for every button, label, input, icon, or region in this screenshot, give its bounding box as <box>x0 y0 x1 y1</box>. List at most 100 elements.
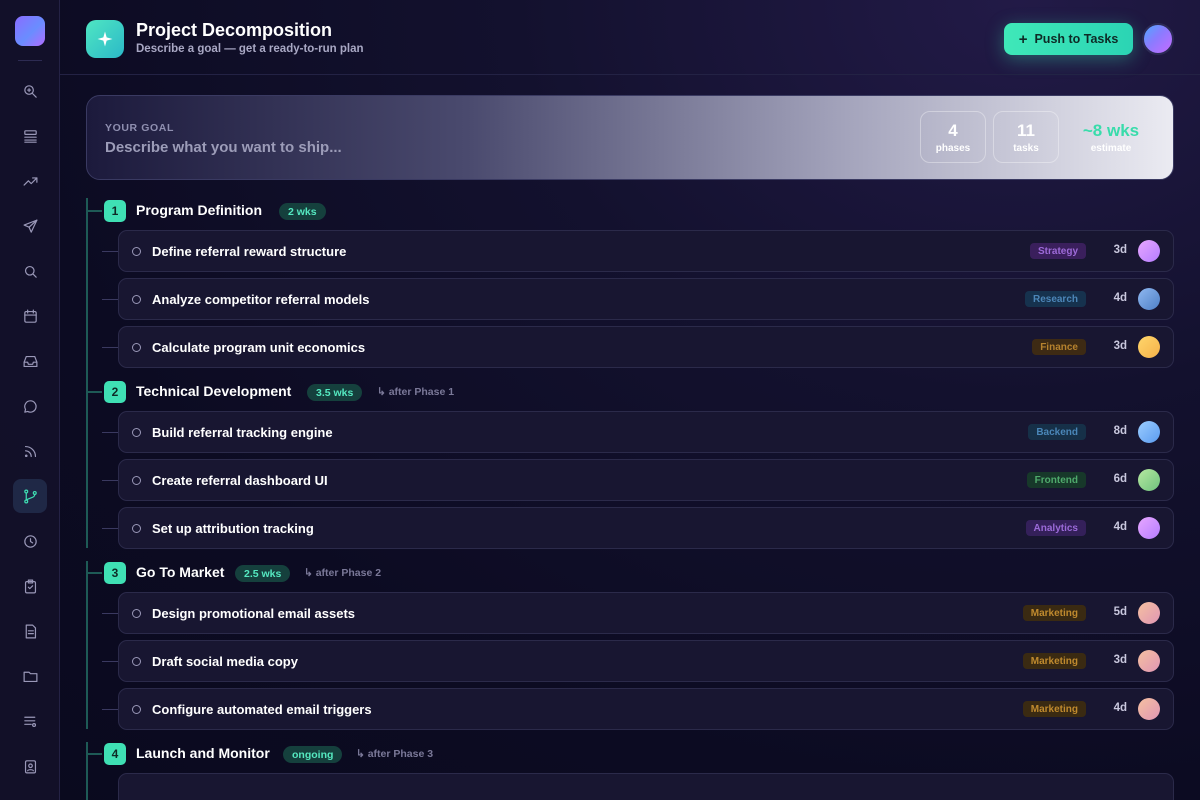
goal-label: YOUR GOAL <box>105 122 174 134</box>
stat-phases: 4 phases <box>920 111 986 163</box>
assignee-avatar[interactable] <box>1138 240 1160 262</box>
phase-duration-badge: 2.5 wks <box>235 565 291 582</box>
task-title: Calculate program unit economics <box>152 340 366 355</box>
inbox-icon <box>23 355 37 367</box>
plus-icon: + <box>1018 30 1028 48</box>
sidebar-item-document[interactable] <box>13 614 47 648</box>
task-title: Create referral dashboard UI <box>152 473 328 488</box>
document-icon <box>25 624 36 638</box>
stat-tasks-value: 11 <box>1017 120 1035 140</box>
task-status-dot[interactable] <box>132 343 141 352</box>
git-branch-icon <box>23 489 37 503</box>
task-row[interactable]: Analyze competitor referral models Resea… <box>118 278 1174 320</box>
sidebar-item-search[interactable] <box>13 254 47 288</box>
assignee-avatar[interactable] <box>1138 650 1160 672</box>
search-zoom-icon <box>23 84 37 98</box>
phase-dependency: ↳ after Phase 2 <box>304 567 382 579</box>
sidebar-item-folder[interactable] <box>13 659 47 693</box>
task-status-dot[interactable] <box>132 524 141 533</box>
sidebar-item-branches[interactable] <box>13 479 47 513</box>
sidebar-divider <box>18 60 42 61</box>
task-tag: Marketing <box>1022 701 1086 717</box>
task-status-dot[interactable] <box>132 476 141 485</box>
task-row-partial[interactable] <box>118 773 1174 800</box>
stat-tasks: 11 tasks <box>993 111 1059 163</box>
phase-title: Go To Market <box>136 564 225 580</box>
search-icon <box>24 265 37 278</box>
app-logo[interactable] <box>15 16 45 46</box>
task-tag: Analytics <box>1025 520 1086 536</box>
header-badge <box>86 20 124 58</box>
task-row[interactable]: Design promotional email assets Marketin… <box>118 592 1174 634</box>
clipboard-check-icon <box>24 579 36 593</box>
sidebar-item-clock[interactable] <box>13 524 47 558</box>
task-title: Build referral tracking engine <box>152 425 333 440</box>
sidebar-item-inbox[interactable] <box>13 344 47 378</box>
sidebar-item-trending[interactable] <box>13 164 47 198</box>
task-status-dot[interactable] <box>132 295 141 304</box>
stat-estimate: ~8 wks estimate <box>1077 111 1145 163</box>
phase-timeline: 1 Program Definition 2 wks Define referr… <box>86 198 1174 800</box>
task-duration: 4d <box>1113 521 1127 533</box>
sidebar-item-list[interactable] <box>13 704 47 738</box>
phase-number: 3 <box>104 562 126 584</box>
task-row[interactable]: Build referral tracking engine Backend 8… <box>118 411 1174 453</box>
assignee-avatar[interactable] <box>1138 698 1160 720</box>
user-avatar[interactable] <box>1142 23 1174 55</box>
push-to-tasks-button[interactable]: + Push to Tasks <box>1004 23 1133 55</box>
task-title: Set up attribution tracking <box>152 521 314 536</box>
sidebar-item-layers[interactable] <box>13 119 47 153</box>
task-duration: 4d <box>1113 702 1127 714</box>
stat-phases-value: 4 <box>948 120 958 140</box>
task-status-dot[interactable] <box>132 247 141 256</box>
timeline-rail <box>86 742 88 800</box>
phase-dependency: ↳ after Phase 3 <box>356 748 434 760</box>
sidebar-item-calendar[interactable] <box>13 299 47 333</box>
sidebar-item-chat[interactable] <box>13 389 47 423</box>
task-duration: 3d <box>1113 654 1127 666</box>
phase-duration-badge: 2 wks <box>279 203 326 220</box>
phase-duration-badge: 3.5 wks <box>307 384 363 401</box>
assignee-avatar[interactable] <box>1138 517 1160 539</box>
rss-icon <box>24 445 36 457</box>
assignee-avatar[interactable] <box>1138 602 1160 624</box>
task-status-dot[interactable] <box>132 657 141 666</box>
stat-estimate-value: ~8 wks <box>1082 120 1140 140</box>
assignee-avatar[interactable] <box>1138 336 1160 358</box>
task-duration: 3d <box>1113 244 1127 256</box>
task-tag: Research <box>1024 291 1086 307</box>
page-title: Project Decomposition <box>136 20 333 40</box>
list-music-icon <box>23 716 36 727</box>
layers-icon <box>23 129 37 143</box>
task-title: Design promotional email assets <box>152 606 356 621</box>
task-tag: Frontend <box>1026 472 1086 488</box>
task-status-dot[interactable] <box>132 609 141 618</box>
task-row[interactable]: Configure automated email triggers Marke… <box>118 688 1174 730</box>
sidebar-item-search-zoom[interactable] <box>13 74 47 108</box>
task-row[interactable]: Set up attribution tracking Analytics 4d <box>118 507 1174 549</box>
task-row[interactable]: Draft social media copy Marketing 3d <box>118 640 1174 682</box>
task-status-dot[interactable] <box>132 428 141 437</box>
task-row[interactable]: Calculate program unit economics Finance… <box>118 326 1174 368</box>
sidebar-item-rss[interactable] <box>13 434 47 468</box>
task-tag: Marketing <box>1022 605 1086 621</box>
timeline-rail <box>86 561 88 729</box>
task-duration: 8d <box>1113 425 1127 437</box>
phase-number: 1 <box>104 200 126 222</box>
task-row[interactable]: Create referral dashboard UI Frontend 6d <box>118 459 1174 501</box>
sidebar-item-clipboard[interactable] <box>13 569 47 603</box>
assignee-avatar[interactable] <box>1138 288 1160 310</box>
send-icon <box>23 219 37 233</box>
sidebar <box>0 0 60 800</box>
task-status-dot[interactable] <box>132 705 141 714</box>
assignee-avatar[interactable] <box>1138 469 1160 491</box>
task-title: Draft social media copy <box>152 654 298 669</box>
sidebar-item-contacts[interactable] <box>13 749 47 783</box>
sidebar-item-send[interactable] <box>13 209 47 243</box>
task-duration: 6d <box>1113 473 1127 485</box>
task-row[interactable]: Define referral reward structure Strateg… <box>118 230 1174 272</box>
goal-card: YOUR GOAL 4 phases 11 tasks ~8 wks estim… <box>86 95 1174 180</box>
assignee-avatar[interactable] <box>1138 421 1160 443</box>
calendar-icon <box>23 309 37 323</box>
goal-input[interactable] <box>105 136 665 158</box>
